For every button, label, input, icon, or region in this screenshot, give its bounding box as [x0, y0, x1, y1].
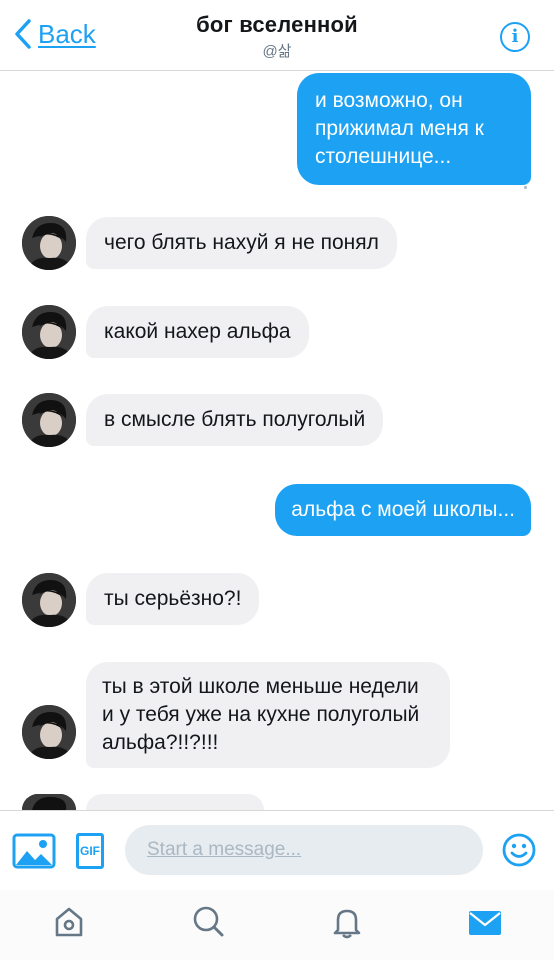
- home-icon[interactable]: [51, 904, 87, 940]
- message-bubble-incoming[interactable]: [86, 794, 264, 810]
- message-text: альфа с моей школы...: [291, 498, 515, 521]
- message-bubble-outgoing[interactable]: альфа с моей школы...: [275, 484, 531, 536]
- message-bubble-outgoing[interactable]: и возможно, он прижимал меня к столешниц…: [297, 73, 531, 185]
- image-icon[interactable]: [12, 833, 56, 869]
- avatar-image: [22, 393, 76, 447]
- avatar[interactable]: [22, 573, 76, 627]
- conversation-header: Back бог вселенной @삶 i: [0, 0, 554, 71]
- avatar[interactable]: [22, 393, 76, 447]
- message-bubble-incoming[interactable]: ты серьёзно?!: [86, 573, 260, 625]
- message-text: какой нахер альфа: [104, 320, 291, 343]
- avatar[interactable]: [22, 794, 76, 810]
- message-input[interactable]: [125, 825, 483, 875]
- read-indicator: [524, 186, 527, 189]
- avatar-image: [22, 705, 76, 759]
- message-bubble-incoming[interactable]: чего блять нахуй я не понял: [86, 217, 397, 269]
- message-text: ты серьёзно?!: [104, 587, 242, 610]
- avatar[interactable]: [22, 216, 76, 270]
- message-bubble-incoming[interactable]: ты в этой школе меньше недели и у тебя у…: [86, 662, 450, 768]
- conversation-title: бог вселенной: [196, 12, 358, 37]
- message-composer: GIF: [0, 810, 554, 891]
- info-button[interactable]: i: [500, 22, 530, 52]
- avatar-image: [22, 794, 76, 810]
- message-text: чего блять нахуй я не понял: [104, 231, 379, 254]
- avatar-image: [22, 573, 76, 627]
- avatar[interactable]: [22, 705, 76, 759]
- message-bubble-incoming[interactable]: какой нахер альфа: [86, 306, 309, 358]
- avatar-image: [22, 216, 76, 270]
- search-icon[interactable]: [190, 904, 226, 940]
- notifications-icon[interactable]: [329, 904, 365, 940]
- messages-icon[interactable]: [467, 904, 503, 940]
- bottom-tab-bar: [0, 890, 554, 960]
- avatar[interactable]: [22, 305, 76, 359]
- avatar-image: [22, 305, 76, 359]
- gif-icon: GIF: [80, 844, 100, 858]
- conversation-handle: @삶: [262, 43, 292, 60]
- message-text: и возможно, он прижимал меня к столешниц…: [315, 89, 484, 168]
- message-text: ты в этой школе меньше недели и у тебя у…: [102, 675, 420, 754]
- message-text: в смысле блять полуголый: [104, 408, 366, 431]
- emoji-icon[interactable]: [502, 833, 536, 867]
- message-bubble-incoming[interactable]: в смысле блять полуголый: [86, 394, 384, 446]
- gif-button[interactable]: GIF: [76, 833, 104, 869]
